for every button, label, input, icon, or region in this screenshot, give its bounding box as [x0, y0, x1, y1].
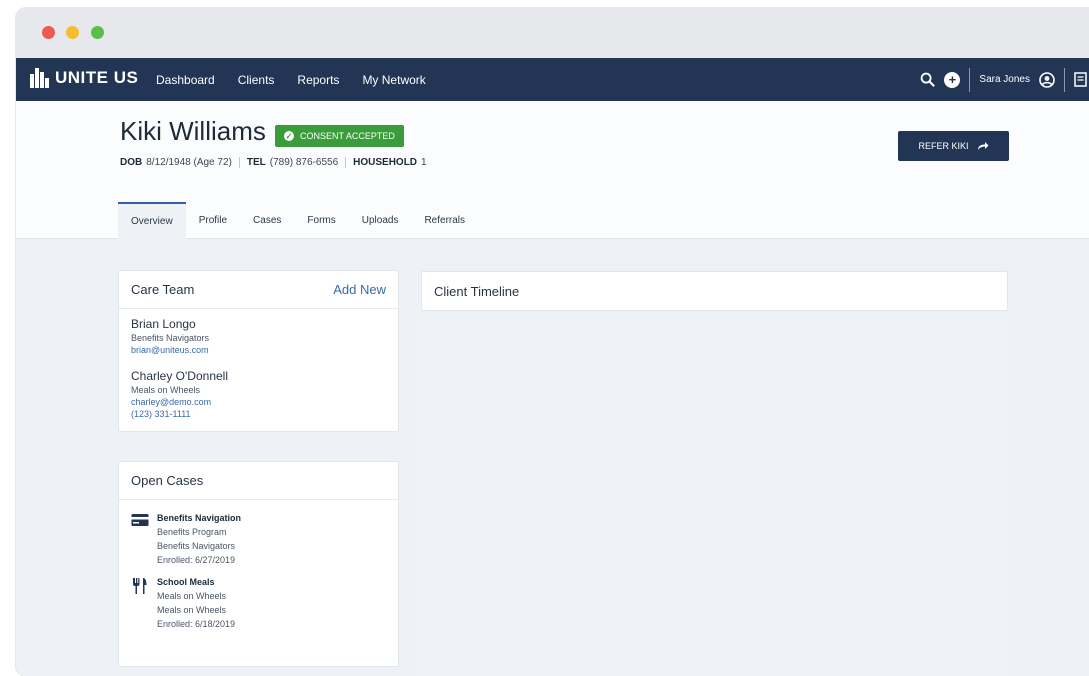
- open-cases-title: Open Cases: [131, 473, 204, 488]
- fork-knife-icon: [133, 578, 147, 594]
- user-account-icon[interactable]: [1039, 71, 1055, 88]
- client-meta: DOB 8/12/1948 (Age 72) TEL (789) 876-655…: [120, 157, 427, 168]
- logo-text: UNITE US: [55, 68, 139, 87]
- client-timeline-header: Client Timeline: [422, 272, 1007, 310]
- member-email[interactable]: charley@demo.com: [131, 397, 386, 407]
- client-header: Kiki Williams ✓ CONSENT ACCEPTED DOB 8/1…: [16, 101, 1089, 239]
- household-label: HOUSEHOLD: [353, 157, 418, 168]
- tab-referrals[interactable]: Referrals: [411, 202, 478, 239]
- member-org: Meals on Wheels: [131, 385, 201, 395]
- search-icon[interactable]: [920, 72, 936, 87]
- add-plus-icon[interactable]: +: [944, 71, 961, 88]
- share-arrow-icon: [977, 142, 988, 150]
- care-team-card: Care Team Add New Brian Longo Benefits N…: [118, 270, 399, 432]
- check-icon: ✓: [284, 131, 294, 141]
- meta-divider: [238, 157, 240, 168]
- care-team-title: Care Team: [131, 282, 195, 297]
- browser-window: UNITE US Dashboard Clients Reports My Ne…: [16, 8, 1089, 676]
- dob-label: DOB: [120, 157, 143, 168]
- case-org: Benefits Navigators: [157, 541, 236, 551]
- window-titlebar: [16, 8, 1089, 58]
- case-enrolled: Enrolled: 6/18/2019: [157, 619, 236, 629]
- add-new-link[interactable]: Add New: [333, 282, 386, 297]
- tab-forms[interactable]: Forms: [294, 202, 348, 239]
- tab-profile[interactable]: Profile: [186, 202, 240, 239]
- consent-badge-label: CONSENT ACCEPTED: [300, 131, 395, 141]
- care-team-member: Brian Longo Benefits Navigators brian@un…: [119, 309, 398, 355]
- nav-link-my-network[interactable]: My Network: [362, 73, 425, 87]
- maximize-window-button[interactable]: [91, 26, 104, 39]
- case-item[interactable]: School Meals Meals on Wheels Meals on Wh…: [119, 577, 398, 629]
- case-title: School Meals: [157, 577, 215, 587]
- unite-us-logo-icon: [30, 68, 49, 88]
- member-org: Benefits Navigators: [131, 333, 210, 343]
- case-item[interactable]: Benefits Navigation Benefits Program Ben…: [119, 513, 398, 565]
- case-program: Meals on Wheels: [157, 591, 227, 601]
- tel-label: TEL: [246, 157, 266, 168]
- nav-link-dashboard[interactable]: Dashboard: [156, 73, 215, 87]
- tab-overview[interactable]: Overview: [118, 202, 186, 239]
- open-cases-card: Open Cases Benefits Navigation Benefits …: [118, 461, 399, 667]
- app-logo[interactable]: UNITE US: [30, 68, 138, 88]
- case-title: Benefits Navigation: [157, 513, 242, 523]
- member-name: Charley O'Donnell: [131, 369, 229, 383]
- client-timeline-title: Client Timeline: [434, 283, 520, 299]
- member-email[interactable]: brian@uniteus.com: [131, 345, 386, 355]
- refer-client-button[interactable]: REFER KIKI: [898, 131, 1009, 161]
- care-team-member: Charley O'Donnell Meals on Wheels charle…: [119, 355, 398, 419]
- member-phone[interactable]: (123) 331-1111: [131, 409, 386, 419]
- refer-button-label: REFER KIKI: [918, 141, 969, 151]
- household-value: 1: [421, 157, 427, 168]
- dob-value: 8/12/1948 (Age 72): [146, 157, 232, 168]
- case-program: Benefits Program: [157, 527, 227, 537]
- client-tabs: Overview Profile Cases Forms Uploads Ref…: [118, 202, 478, 239]
- document-icon[interactable]: [1074, 72, 1087, 87]
- case-enrolled: Enrolled: 6/27/2019: [157, 555, 236, 565]
- open-cases-header: Open Cases: [119, 462, 398, 500]
- case-org: Meals on Wheels: [157, 605, 227, 615]
- navbar-divider: [1064, 67, 1065, 92]
- meta-divider: [345, 157, 347, 168]
- client-name: Kiki Williams: [120, 116, 266, 146]
- nav-link-clients[interactable]: Clients: [238, 73, 275, 87]
- client-timeline-body: [421, 318, 1006, 676]
- navbar-divider: [969, 67, 971, 92]
- top-navbar: UNITE US Dashboard Clients Reports My Ne…: [16, 58, 1089, 101]
- tab-cases[interactable]: Cases: [240, 202, 294, 239]
- consent-status-badge: ✓ CONSENT ACCEPTED: [275, 125, 404, 147]
- main-nav: Dashboard Clients Reports My Network: [156, 58, 426, 101]
- care-team-header: Care Team Add New: [119, 271, 398, 309]
- credit-card-icon: [131, 514, 149, 526]
- tel-value: (789) 876-6556: [269, 157, 339, 168]
- user-name[interactable]: Sara Jones: [979, 74, 1030, 85]
- navbar-actions: + Sara Jones ?: [920, 58, 1089, 101]
- nav-link-reports[interactable]: Reports: [297, 73, 339, 87]
- tab-uploads[interactable]: Uploads: [349, 202, 412, 239]
- client-timeline-card: Client Timeline: [421, 271, 1008, 311]
- member-name: Brian Longo: [131, 317, 196, 331]
- close-window-button[interactable]: [42, 26, 55, 39]
- minimize-window-button[interactable]: [66, 26, 79, 39]
